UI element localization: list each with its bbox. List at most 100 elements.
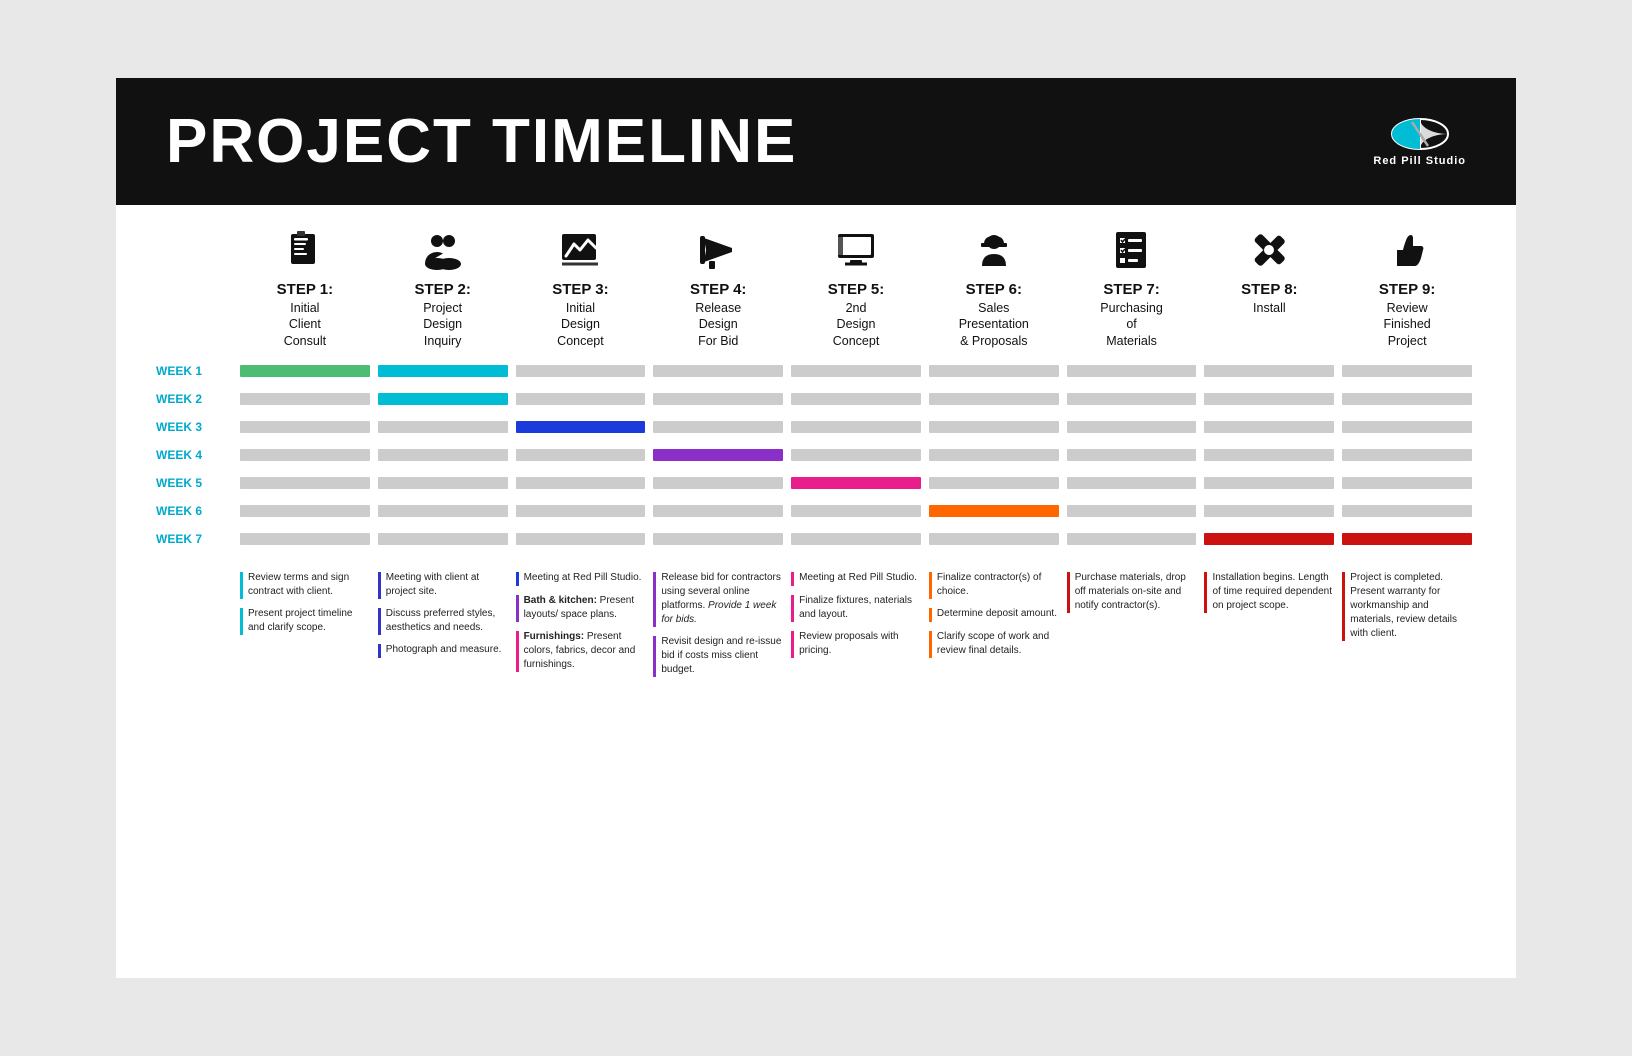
step-number-9: STEP 9:	[1379, 281, 1435, 298]
bar-row-w1-c2	[378, 359, 508, 383]
bar-row-w7-c8	[1204, 527, 1334, 551]
step-col-2: STEP 2:ProjectDesignInquiry	[374, 225, 512, 349]
bar-row-w5-c1	[240, 471, 370, 495]
bar-row-w7-c9	[1342, 527, 1472, 551]
descriptions-section: Review terms and sign contract with clie…	[156, 571, 1476, 685]
desc-col-5: Meeting at Red Pill Studio.Finalize fixt…	[787, 571, 925, 685]
desc-text-3-2: Bath & kitchen: Present layouts/ space p…	[524, 594, 646, 622]
bar-row-w4-c1	[240, 443, 370, 467]
desc-col-7: Purchase materials, drop off materials o…	[1063, 571, 1201, 685]
desc-text-2-1: Meeting with client at project site.	[386, 571, 508, 599]
bar-w3-c8	[1204, 421, 1334, 433]
step-number-1: STEP 1:	[277, 281, 333, 298]
bar-row-w6-c3	[516, 499, 646, 523]
desc-item-2-2: Discuss preferred styles, aesthetics and…	[378, 607, 508, 635]
bar-row-w1-c5	[791, 359, 921, 383]
step-icon-3	[558, 225, 602, 275]
bar-row-w2-c6	[929, 387, 1059, 411]
desc-text-6-3: Clarify scope of work and review final d…	[937, 630, 1059, 658]
page-title: PROJECT TIMELINE	[166, 106, 797, 177]
timeline-col-3	[512, 359, 650, 555]
bar-w4-c2	[378, 449, 508, 461]
bar-row-w6-c8	[1204, 499, 1334, 523]
desc-text-5-1: Meeting at Red Pill Studio.	[799, 571, 917, 585]
bar-row-w2-c5	[791, 387, 921, 411]
week-label-4: WEEK 4	[156, 443, 236, 467]
bar-w1-c4	[653, 365, 783, 377]
step-col-4: STEP 4:ReleaseDesignFor Bid	[649, 225, 787, 349]
desc-bar-5-1	[791, 572, 794, 586]
desc-text-4-2: Revisit design and re-issue bid if costs…	[661, 635, 783, 677]
bar-w5-c3	[516, 477, 646, 489]
desc-bar-4-1	[653, 572, 656, 627]
bar-w6-c3	[516, 505, 646, 517]
step-icon-4	[696, 225, 740, 275]
week-label-3: WEEK 3	[156, 415, 236, 439]
desc-col-3: Meeting at Red Pill Studio. Bath & kitche…	[512, 571, 650, 685]
bar-w2-c4	[653, 393, 783, 405]
desc-bar-2-1	[378, 572, 381, 599]
desc-bar-3-2	[516, 595, 519, 622]
bar-row-w2-c7	[1067, 387, 1197, 411]
timeline-col-4	[649, 359, 787, 555]
bar-row-w3-c1	[240, 415, 370, 439]
step-number-5: STEP 5:	[828, 281, 884, 298]
week-label-2: WEEK 2	[156, 387, 236, 411]
bar-w4-c4	[653, 449, 783, 461]
content: STEP 1:InitialClientConsultSTEP 2:Projec…	[116, 205, 1516, 715]
step-title-7: PurchasingofMaterials	[1100, 300, 1163, 349]
desc-item-3-1: Meeting at Red Pill Studio.	[516, 571, 646, 586]
slide: PROJECT TIMELINE Red Pill Studio STEP 1:…	[116, 78, 1516, 978]
bar-w2-c1	[240, 393, 370, 405]
bar-row-w4-c3	[516, 443, 646, 467]
bar-w6-c8	[1204, 505, 1334, 517]
bar-row-w4-c7	[1067, 443, 1197, 467]
desc-text-8-1: Installation begins. Length of time requ…	[1212, 571, 1334, 613]
bar-w6-c7	[1067, 505, 1197, 517]
desc-text-1-2: Present project timeline and clarify sco…	[248, 607, 370, 635]
bar-w7-c9	[1342, 533, 1472, 545]
desc-item-1-1: Review terms and sign contract with clie…	[240, 571, 370, 599]
bar-row-w3-c4	[653, 415, 783, 439]
bar-w4-c6	[929, 449, 1059, 461]
bar-row-w2-c2	[378, 387, 508, 411]
bar-w6-c5	[791, 505, 921, 517]
bar-row-w4-c4	[653, 443, 783, 467]
desc-col-6: Finalize contractor(s) of choice.Determi…	[925, 571, 1063, 685]
bar-w3-c5	[791, 421, 921, 433]
bar-w1-c6	[929, 365, 1059, 377]
desc-text-2-3: Photograph and measure.	[386, 643, 502, 657]
desc-item-1-2: Present project timeline and clarify sco…	[240, 607, 370, 635]
timeline-col-2	[374, 359, 512, 555]
bar-w1-c9	[1342, 365, 1472, 377]
bar-row-w5-c5	[791, 471, 921, 495]
step-icon-9	[1385, 225, 1429, 275]
steps-row: STEP 1:InitialClientConsultSTEP 2:Projec…	[156, 225, 1476, 349]
descriptions-row: Review terms and sign contract with clie…	[236, 571, 1476, 685]
bar-row-w3-c7	[1067, 415, 1197, 439]
bar-w4-c8	[1204, 449, 1334, 461]
bar-w2-c6	[929, 393, 1059, 405]
logo-text: Red Pill Studio	[1373, 155, 1466, 167]
bar-row-w1-c6	[929, 359, 1059, 383]
bar-w3-c1	[240, 421, 370, 433]
bar-row-w6-c7	[1067, 499, 1197, 523]
bar-row-w3-c5	[791, 415, 921, 439]
desc-text-1-1: Review terms and sign contract with clie…	[248, 571, 370, 599]
bar-w3-c6	[929, 421, 1059, 433]
bar-w2-c8	[1204, 393, 1334, 405]
desc-bar-6-2	[929, 608, 932, 622]
bar-w4-c3	[516, 449, 646, 461]
bar-row-w2-c9	[1342, 387, 1472, 411]
week-labels: WEEK 1WEEK 2WEEK 3WEEK 4WEEK 5WEEK 6WEEK…	[156, 359, 236, 555]
bar-w6-c9	[1342, 505, 1472, 517]
bar-w6-c6	[929, 505, 1059, 517]
desc-bar-1-2	[240, 608, 243, 635]
desc-item-4-1: Release bid for contractors using severa…	[653, 571, 783, 627]
desc-bar-3-3	[516, 631, 519, 672]
bar-w4-c9	[1342, 449, 1472, 461]
bar-w7-c3	[516, 533, 646, 545]
bar-row-w3-c9	[1342, 415, 1472, 439]
bar-row-w7-c5	[791, 527, 921, 551]
bar-w2-c3	[516, 393, 646, 405]
